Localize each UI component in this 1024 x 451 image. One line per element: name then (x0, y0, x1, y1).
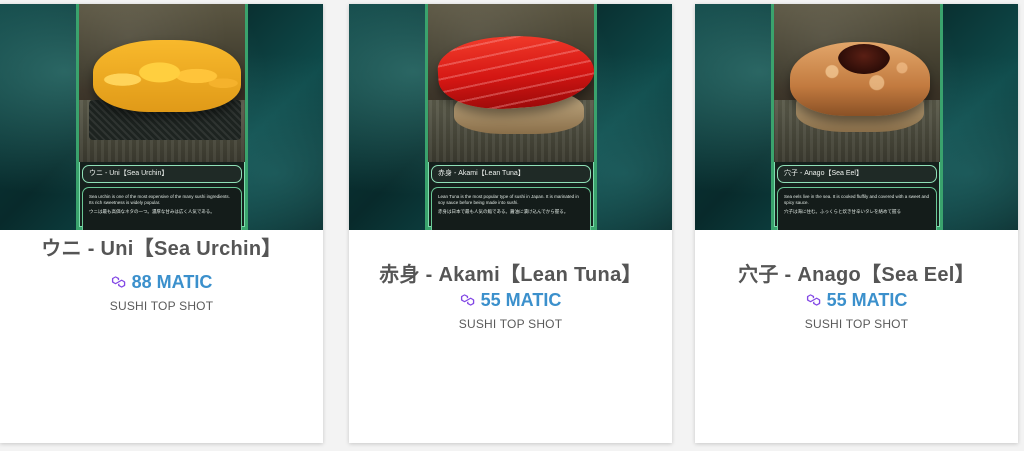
sushi-photo (428, 4, 594, 162)
polygon-matic-icon (111, 276, 125, 288)
nft-card-anago[interactable]: 穴子 - Anago【Sea Eel】 Sea eels live in the… (695, 4, 1018, 443)
artwork-description: Sea urchin is one of the most expensive … (82, 187, 242, 230)
polygon-matic-icon (806, 294, 820, 306)
collection-name[interactable]: SUSHI TOP SHOT (0, 298, 323, 314)
uni-topping (93, 40, 241, 112)
price-value: 88 MATIC (131, 272, 213, 292)
card-title[interactable]: ウニ - Uni【Sea Urchin】 (0, 230, 323, 268)
collection-name[interactable]: SUSHI TOP SHOT (349, 316, 672, 332)
artwork-description-jp: 赤身は日本で最も人気の鮨である。醤油に漬け込んでから握る。 (438, 209, 569, 214)
artwork-label: ウニ - Uni【Sea Urchin】 (82, 165, 242, 183)
artwork-label: 穴子 - Anago【Sea Eel】 (777, 165, 937, 183)
collection-name[interactable]: SUSHI TOP SHOT (695, 316, 1018, 332)
artwork-label: 赤身 - Akami【Lean Tuna】 (431, 165, 591, 183)
polygon-matic-icon (460, 294, 474, 306)
artwork-description-en: Sea urchin is one of the most expensive … (89, 194, 230, 205)
sushi-photo (774, 4, 940, 162)
artwork-frame: ウニ - Uni【Sea Urchin】 Sea urchin is one o… (76, 4, 248, 230)
sauce-glaze (838, 44, 890, 74)
artwork-description-en: Sea eels live in the sea. It is cooked f… (784, 194, 929, 205)
nft-card-akami[interactable]: 赤身 - Akami【Lean Tuna】 Lean Tuna is the m… (349, 4, 672, 443)
artwork-description: Lean Tuna is the most popular type of su… (431, 187, 591, 230)
card-info: 穴子 - Anago【Sea Eel】 55 MATIC SUSHI TOP S… (695, 230, 1018, 332)
sushi-photo (79, 4, 245, 162)
nft-artwork[interactable]: 穴子 - Anago【Sea Eel】 Sea eels live in the… (695, 4, 1018, 230)
card-info: 赤身 - Akami【Lean Tuna】 55 MATIC SUSHI TOP… (349, 230, 672, 332)
artwork-frame: 赤身 - Akami【Lean Tuna】 Lean Tuna is the m… (425, 4, 597, 230)
artwork-description-en: Lean Tuna is the most popular type of su… (438, 194, 579, 205)
price: 88 MATIC (0, 270, 323, 294)
artwork-description-jp: 穴子は海に住む。ふっくらと炊き甘辛いタレを絡めて握る (784, 209, 901, 214)
nft-card-uni[interactable]: ウニ - Uni【Sea Urchin】 Sea urchin is one o… (0, 4, 323, 443)
artwork-frame: 穴子 - Anago【Sea Eel】 Sea eels live in the… (771, 4, 943, 230)
artwork-description: Sea eels live in the sea. It is cooked f… (777, 187, 937, 230)
nft-artwork[interactable]: 赤身 - Akami【Lean Tuna】 Lean Tuna is the m… (349, 4, 672, 230)
card-info: ウニ - Uni【Sea Urchin】 88 MATIC SUSHI TOP … (0, 230, 323, 314)
price-value: 55 MATIC (480, 290, 562, 310)
artwork-description-jp: ウニは最も高価なネタの一つ。濃厚な甘みは広く人気である。 (89, 209, 215, 214)
nft-artwork[interactable]: ウニ - Uni【Sea Urchin】 Sea urchin is one o… (0, 4, 323, 230)
price-value: 55 MATIC (826, 290, 908, 310)
